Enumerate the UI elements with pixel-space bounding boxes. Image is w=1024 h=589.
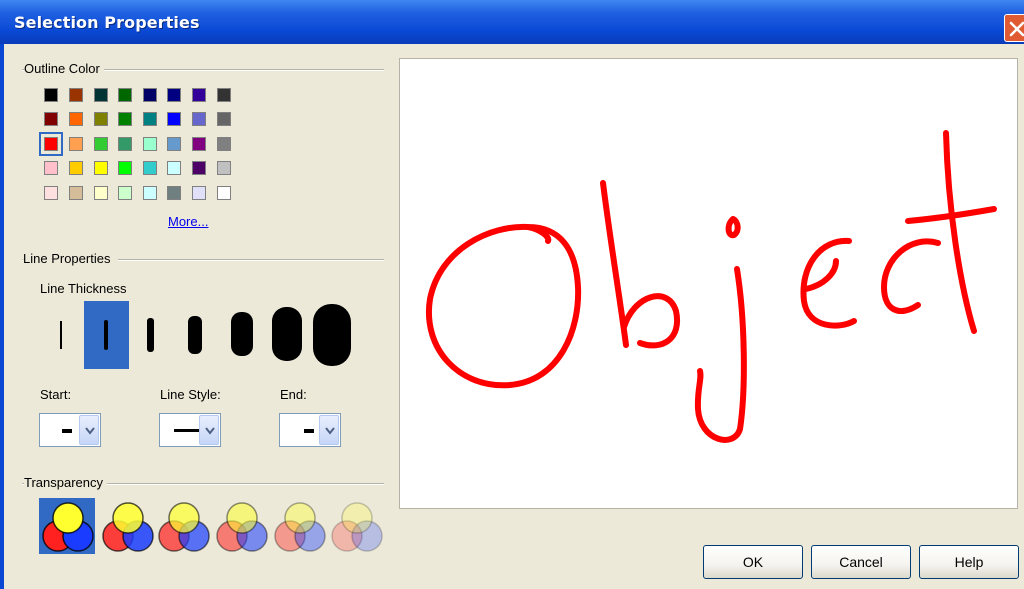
color-swatch[interactable] <box>192 112 206 126</box>
thickness-option-5[interactable] <box>231 312 253 356</box>
line-thickness-label: Line Thickness <box>40 281 127 296</box>
transparency-option-5[interactable] <box>271 498 327 554</box>
color-swatch[interactable] <box>69 161 83 175</box>
transparency-venn-icon <box>216 502 268 552</box>
transparency-venn-icon <box>158 502 210 552</box>
color-swatch[interactable] <box>143 88 157 102</box>
color-swatch[interactable] <box>192 137 206 151</box>
line-style-dropdown[interactable] <box>159 413 221 447</box>
color-swatch[interactable] <box>44 161 58 175</box>
color-swatch[interactable] <box>44 112 58 126</box>
thickness-option-6[interactable] <box>272 307 302 361</box>
help-button[interactable]: Help <box>919 545 1019 579</box>
color-swatch[interactable] <box>217 186 231 200</box>
cancel-button[interactable]: Cancel <box>811 545 911 579</box>
color-swatch[interactable] <box>94 88 108 102</box>
color-swatch[interactable] <box>94 137 108 151</box>
chevron-down-icon <box>85 427 95 435</box>
chevron-down-icon <box>325 427 335 435</box>
thickness-option-7[interactable] <box>313 304 351 366</box>
end-cap-dropdown[interactable] <box>279 413 341 447</box>
start-cap-dropdown[interactable] <box>39 413 101 447</box>
transparency-venn-icon <box>274 502 326 552</box>
color-swatch[interactable] <box>217 112 231 126</box>
handwritten-object-drawing <box>425 130 997 443</box>
transparency-option-4[interactable] <box>213 498 269 554</box>
thickness-option-3[interactable] <box>147 318 154 352</box>
color-swatch[interactable] <box>118 137 132 151</box>
transparency-option-3[interactable] <box>155 498 211 554</box>
line-style-preview <box>174 429 202 432</box>
color-swatch[interactable] <box>192 88 206 102</box>
end-label: End: <box>280 387 307 402</box>
ok-button[interactable]: OK <box>703 545 803 579</box>
color-swatch[interactable] <box>143 186 157 200</box>
color-swatch[interactable] <box>94 161 108 175</box>
transparency-option-6[interactable] <box>328 498 384 554</box>
end-dropdown-arrow[interactable] <box>319 415 339 445</box>
close-button[interactable] <box>1004 14 1024 42</box>
color-swatch[interactable] <box>167 137 181 151</box>
color-swatch[interactable] <box>217 161 231 175</box>
color-swatch[interactable] <box>143 137 157 151</box>
transparency-option-1[interactable] <box>39 498 95 554</box>
color-swatch[interactable] <box>44 186 58 200</box>
preview-canvas <box>399 58 1018 509</box>
color-swatch[interactable] <box>69 112 83 126</box>
color-swatch[interactable] <box>69 137 83 151</box>
color-swatch[interactable] <box>118 88 132 102</box>
selected-swatch-highlight <box>39 132 63 156</box>
color-swatch[interactable] <box>143 161 157 175</box>
color-swatch[interactable] <box>44 88 58 102</box>
color-swatch[interactable] <box>167 161 181 175</box>
start-cap-preview <box>62 429 72 433</box>
color-swatch[interactable] <box>118 186 132 200</box>
color-swatch[interactable] <box>192 161 206 175</box>
color-swatch[interactable] <box>69 88 83 102</box>
thickness-option-1[interactable] <box>60 321 62 349</box>
color-swatch[interactable] <box>217 137 231 151</box>
line-style-label: Line Style: <box>160 387 221 402</box>
start-label: Start: <box>40 387 72 402</box>
color-swatch[interactable] <box>217 88 231 102</box>
transparency-option-2[interactable] <box>99 498 155 554</box>
chevron-down-icon <box>205 427 215 435</box>
color-swatch[interactable] <box>192 186 206 200</box>
color-swatch[interactable] <box>94 186 108 200</box>
transparency-venn-icon <box>102 502 154 552</box>
color-swatch[interactable] <box>167 186 181 200</box>
more-colors-link[interactable]: More... <box>168 214 208 229</box>
outline-color-label: Outline Color <box>24 61 104 76</box>
thickness-option-2[interactable] <box>104 320 108 350</box>
color-swatch[interactable] <box>167 88 181 102</box>
transparency-venn-icon <box>331 502 383 552</box>
end-cap-preview <box>304 429 314 433</box>
title-bar: Selection Properties <box>0 0 1024 44</box>
color-swatch[interactable] <box>118 112 132 126</box>
start-dropdown-arrow[interactable] <box>79 415 99 445</box>
transparency-venn-icon <box>42 502 94 552</box>
window-frame <box>0 44 4 589</box>
color-swatch[interactable] <box>167 112 181 126</box>
line-style-dropdown-arrow[interactable] <box>199 415 219 445</box>
color-swatch[interactable] <box>94 112 108 126</box>
color-swatch[interactable] <box>118 161 132 175</box>
close-icon <box>1009 21 1024 37</box>
color-swatch[interactable] <box>143 112 157 126</box>
thickness-option-4[interactable] <box>188 316 202 354</box>
line-properties-label: Line Properties <box>23 251 119 266</box>
window-title: Selection Properties <box>14 13 200 32</box>
transparency-label: Transparency <box>24 475 107 490</box>
color-swatch[interactable] <box>69 186 83 200</box>
